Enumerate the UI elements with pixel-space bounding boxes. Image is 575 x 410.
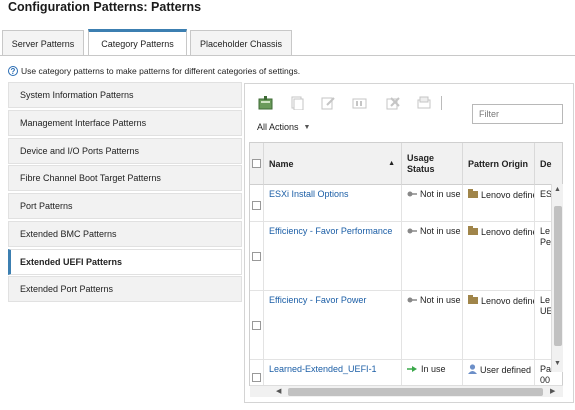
row-origin-cell: User defined [463,360,535,385]
description-text: Pa [540,364,552,374]
chevron-down-icon: ▼ [303,123,311,131]
folder-icon [468,189,478,200]
column-origin-label: Pattern Origin [468,158,529,169]
all-actions-label: All Actions [257,122,299,132]
pattern-name-link[interactable]: Efficiency - Favor Performance [269,226,392,236]
row-checkbox[interactable] [252,321,261,330]
patterns-table: Name ▲ Usage Status Pattern Origin De ES… [249,142,563,386]
pattern-name-link[interactable]: Efficiency - Favor Power [269,295,366,305]
vertical-scroll-thumb[interactable] [554,206,562,346]
sidebar-item-extended-uefi[interactable]: Extended UEFI Patterns [8,249,242,275]
table-row [250,360,264,385]
row-name-cell: Efficiency - Favor Performance [264,222,402,291]
table-row [250,291,264,360]
not-in-use-icon [407,295,417,305]
sidebar-item-device-io-ports[interactable]: Device and I/O Ports Patterns [8,138,242,164]
sidebar-item-extended-port[interactable]: Extended Port Patterns [8,276,242,302]
usage-status-text: In use [421,364,446,374]
row-checkbox[interactable] [252,252,261,261]
row-usage-cell: Not in use [402,222,463,291]
usage-status-text: Not in use [420,226,461,236]
not-in-use-icon [407,189,417,199]
row-origin-cell: Lenovo define [463,291,535,360]
pattern-origin-text: Lenovo define [481,226,535,237]
pattern-origin-text: User defined [480,365,532,375]
page-title: Configuration Patterns: Patterns [8,0,202,14]
table-row [250,222,264,291]
column-usage-label: Usage Status [407,152,435,174]
header-select-cell [250,143,264,185]
description-text-line2: Pe [540,237,552,247]
column-header-name[interactable]: Name ▲ [264,143,402,185]
column-description-label: De [540,158,552,169]
sidebar-item-fibre-channel-boot[interactable]: Fibre Channel Boot Target Patterns [8,165,242,191]
description-text: Le [540,226,551,236]
folder-icon [468,226,478,237]
scroll-left-icon[interactable]: ◀ [276,387,281,395]
row-origin-cell: Lenovo define [463,222,535,291]
edit-icon [320,96,336,110]
usage-status-text: Not in use [420,189,461,199]
pattern-origin-text: Lenovo define [481,295,535,306]
horizontal-scrollbar[interactable]: ◀ ▶ [250,385,563,397]
row-name-cell: ESXi Install Options [264,185,402,222]
column-header-pattern-origin[interactable]: Pattern Origin [463,143,535,185]
sort-ascending-icon: ▲ [388,160,395,167]
all-actions-dropdown[interactable]: All Actions ▼ [257,122,310,132]
help-row: ? Use category patterns to make patterns… [8,66,300,76]
sidebar-item-port[interactable]: Port Patterns [8,193,242,219]
row-checkbox[interactable] [252,201,261,210]
user-icon [468,364,477,376]
sidebar-item-extended-bmc[interactable]: Extended BMC Patterns [8,221,242,247]
remove-icon [385,96,401,110]
tab-placeholder-chassis[interactable]: Placeholder Chassis [190,30,292,56]
toolbar-separator [441,96,442,110]
pattern-name-link[interactable]: Learned-Extended_UEFI-1 [269,364,377,374]
row-name-cell: Learned-Extended_UEFI-1 [264,360,402,385]
usage-status-text: Not in use [420,295,461,305]
scroll-up-icon[interactable]: ▲ [554,186,561,193]
deploy-icon [352,96,368,110]
row-name-cell: Efficiency - Favor Power [264,291,402,360]
column-header-description[interactable]: De [535,143,562,185]
help-text: Use category patterns to make patterns f… [21,66,301,76]
tabs-divider [0,55,575,56]
folder-icon [468,295,478,306]
vertical-scrollbar[interactable]: ▲ ▼ [551,184,563,372]
sidebar-item-system-information[interactable]: System Information Patterns [8,82,242,108]
row-usage-cell: Not in use [402,291,463,360]
horizontal-scroll-thumb[interactable] [288,388,543,396]
select-all-checkbox[interactable] [252,159,261,168]
tab-category-patterns[interactable]: Category Patterns [88,29,187,56]
not-in-use-icon [407,226,417,236]
pattern-name-link[interactable]: ESXi Install Options [269,189,349,199]
scroll-down-icon[interactable]: ▼ [554,360,561,367]
in-use-icon [407,364,418,374]
scroll-right-icon[interactable]: ▶ [550,387,555,395]
sidebar-item-management-interface[interactable]: Management Interface Patterns [8,110,242,136]
export-icon [416,96,432,110]
help-icon: ? [8,66,18,76]
description-text: Le [540,295,551,305]
row-usage-cell: In use [402,360,463,385]
column-name-label: Name [269,158,294,169]
description-text-line2: 00 [540,375,551,385]
column-header-usage-status[interactable]: Usage Status [402,143,463,185]
row-usage-cell: Not in use [402,185,463,222]
row-origin-cell: Lenovo define [463,185,535,222]
row-checkbox[interactable] [252,373,261,382]
tab-server-patterns[interactable]: Server Patterns [2,30,84,56]
table-row [250,185,264,222]
filter-input[interactable] [472,104,563,124]
copy-icon [289,96,305,110]
create-icon[interactable] [258,96,274,110]
pattern-origin-text: Lenovo define [481,189,535,200]
